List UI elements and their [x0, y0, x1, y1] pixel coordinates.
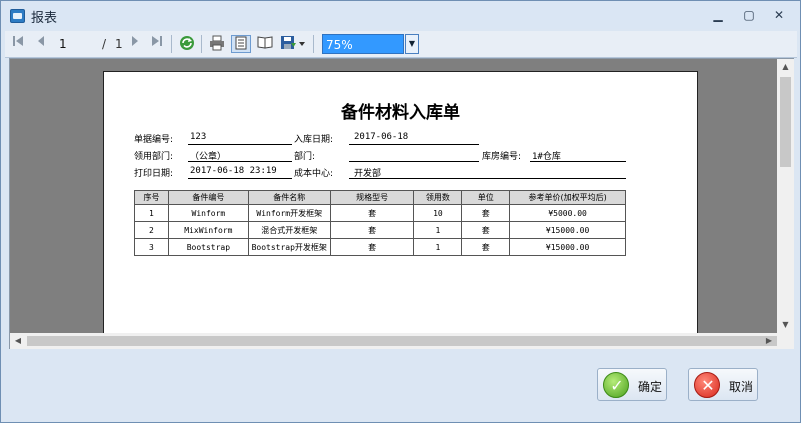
scroll-left-icon[interactable]: ◀: [10, 333, 26, 349]
cell-part-no: Bootstrap: [167, 238, 249, 256]
col-header-part-no: 备件编号: [167, 190, 249, 205]
last-page-icon[interactable]: [147, 35, 167, 53]
report-viewer[interactable]: 备件材料入库单 单据编号: 123 入库日期: 2017-06-18 领用部门:…: [9, 58, 794, 349]
next-page-icon[interactable]: [125, 35, 145, 53]
table-header-row: 序号 备件编号 备件名称 规格型号 领用数 单位 参考单价(加权平均后): [134, 190, 626, 205]
date-underline: [349, 144, 479, 145]
cost-center-label: 成本中心:: [294, 169, 334, 179]
minimize-button[interactable]: ▁: [710, 8, 726, 22]
date-label: 入库日期:: [294, 135, 334, 145]
zoom-select[interactable]: 75%: [322, 34, 404, 54]
table-row: 3 Bootstrap Bootstrap开发框架 套 1 套 ¥15000.0…: [134, 238, 626, 256]
cell-unit: 套: [461, 204, 511, 222]
horizontal-scroll-thumb[interactable]: [27, 336, 777, 346]
section-underline: [349, 161, 479, 162]
report-app-icon: [10, 9, 25, 23]
cell-unit: 套: [461, 238, 511, 256]
cell-spec: 套: [329, 238, 415, 256]
col-header-price: 参考单价(加权平均后): [509, 190, 626, 205]
first-page-icon[interactable]: [8, 35, 28, 53]
cell-part-no: MixWinform: [167, 221, 249, 239]
table-row: 2 MixWinform 混合式开发框架 套 1 套 ¥15000.00: [134, 221, 626, 239]
cancel-button[interactable]: ✕ 取消: [688, 368, 758, 401]
table-row: 1 Winform Winform开发框架 套 10 套 ¥5000.00: [134, 204, 626, 222]
report-window: 报表 ▁ ▢ ✕ 1 / 1 75% ▼ 备件材料入库单 单据编号: 123 入…: [0, 0, 801, 423]
page-layout-icon[interactable]: [231, 35, 251, 53]
cell-price: ¥15000.00: [509, 238, 626, 256]
ok-button[interactable]: ✓ 确定: [597, 368, 667, 401]
vertical-scroll-thumb[interactable]: [780, 77, 791, 167]
cell-qty: 1: [413, 221, 463, 239]
report-page: 备件材料入库单 单据编号: 123 入库日期: 2017-06-18 领用部门:…: [103, 71, 698, 333]
total-pages: 1: [115, 37, 123, 51]
scroll-right-icon[interactable]: ▶: [761, 333, 777, 349]
zoom-dropdown-button[interactable]: ▼: [405, 34, 419, 54]
scroll-up-icon[interactable]: ▲: [777, 59, 794, 75]
dept-label: 领用部门:: [134, 152, 174, 162]
cell-part-no: Winform: [167, 204, 249, 222]
cell-part-name: Winform开发框架: [247, 204, 331, 222]
cell-price: ¥15000.00: [509, 221, 626, 239]
warehouse-underline: [530, 161, 626, 162]
cell-qty: 10: [413, 204, 463, 222]
report-title: 备件材料入库单: [341, 103, 460, 123]
cell-seq: 1: [134, 204, 169, 222]
export-icon[interactable]: [279, 35, 307, 53]
scroll-down-icon[interactable]: ▼: [777, 317, 794, 333]
col-header-qty: 领用数: [413, 190, 463, 205]
refresh-icon[interactable]: [177, 35, 197, 53]
close-button[interactable]: ✕: [771, 8, 787, 22]
cell-unit: 套: [461, 221, 511, 239]
prev-page-icon[interactable]: [31, 35, 51, 53]
toolbar-separator: [171, 35, 172, 53]
print-date-value: 2017-06-18 23:19: [190, 166, 277, 176]
current-page-input[interactable]: 1: [59, 36, 99, 52]
cell-seq: 3: [134, 238, 169, 256]
vertical-scrollbar[interactable]: ▲ ▼: [777, 59, 794, 333]
col-header-part-name: 备件名称: [247, 190, 331, 205]
horizontal-scrollbar[interactable]: ◀ ▶: [10, 333, 777, 349]
scroll-corner: [777, 333, 794, 349]
doc-no-label: 单据编号:: [134, 135, 174, 145]
warehouse-label: 库房编号:: [482, 152, 522, 162]
doc-no-value: 123: [190, 132, 207, 142]
date-value: 2017-06-18: [354, 132, 409, 142]
cell-qty: 1: [413, 238, 463, 256]
cancel-button-label: 取消: [729, 380, 754, 394]
cell-price: ¥5000.00: [509, 204, 626, 222]
toolbar-separator: [313, 35, 314, 53]
col-header-spec: 规格型号: [329, 190, 415, 205]
toolbar-separator: [201, 35, 202, 53]
section-label: 部门:: [294, 152, 316, 162]
page-setup-icon[interactable]: [255, 35, 275, 53]
doc-no-underline: [188, 144, 292, 145]
cell-spec: 套: [329, 221, 415, 239]
cell-part-name: 混合式开发框架: [247, 221, 331, 239]
print-icon[interactable]: [207, 35, 227, 53]
window-title: 报表: [31, 11, 58, 26]
maximize-button[interactable]: ▢: [741, 8, 757, 22]
cost-center-underline: [349, 178, 626, 179]
cancel-x-icon: ✕: [694, 372, 720, 398]
cell-part-name: Bootstrap开发框架: [247, 238, 331, 256]
dept-underline: [188, 161, 292, 162]
ok-button-label: 确定: [638, 380, 663, 394]
page-separator: /: [102, 37, 107, 51]
col-header-seq: 序号: [134, 190, 169, 205]
report-toolbar: 1 / 1 75% ▼: [5, 31, 797, 58]
print-date-label: 打印日期:: [134, 169, 174, 179]
col-header-unit: 单位: [461, 190, 511, 205]
items-table: 序号 备件编号 备件名称 规格型号 领用数 单位 参考单价(加权平均后) 1 W…: [134, 190, 626, 256]
cell-spec: 套: [329, 204, 415, 222]
cell-seq: 2: [134, 221, 169, 239]
checkmark-icon: ✓: [603, 372, 629, 398]
title-bar[interactable]: 报表 ▁ ▢ ✕: [1, 1, 800, 29]
print-date-underline: [188, 178, 292, 179]
